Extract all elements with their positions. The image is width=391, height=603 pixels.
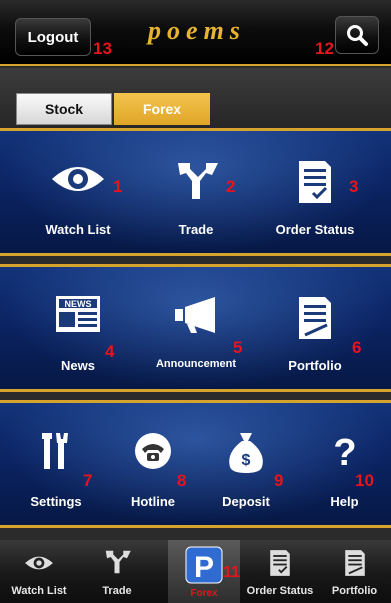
hotline-label: Hotline	[130, 494, 176, 509]
badge-13: 13	[93, 39, 112, 58]
settings-label: Settings	[30, 494, 82, 509]
newspaper-icon: NEWS	[56, 296, 100, 332]
app-header: Logout 13 poems 12	[0, 0, 391, 66]
nav-portfolio-label: Portfolio	[331, 585, 378, 597]
announcement-label: Announcement	[155, 358, 237, 370]
trade-arrows-icon	[105, 550, 131, 574]
watch-list-tile[interactable]: Watch List	[13, 131, 143, 259]
search-icon	[347, 25, 368, 46]
p-logo-icon: P	[185, 546, 223, 584]
deposit-tile[interactable]: $ Deposit	[196, 403, 296, 531]
market-tab-bar: Stock Forex	[0, 68, 391, 128]
badge-7: 7	[83, 471, 93, 490]
menu-row-3: Settings 7 Hotline 8 $ Deposit 9 ? Help …	[0, 400, 391, 528]
badge-1: 1	[113, 177, 123, 196]
bottom-nav-bar: Watch List Trade P Forex 11 Order Status	[0, 540, 391, 603]
badge-2: 2	[226, 177, 236, 196]
svg-text:NEWS: NEWS	[65, 299, 92, 309]
badge-8: 8	[177, 471, 187, 490]
nav-portfolio[interactable]: Portfolio	[318, 540, 391, 603]
order-status-tile[interactable]: Order Status	[250, 131, 380, 259]
poems-logo: poems	[148, 16, 246, 45]
nav-watch-list-label: Watch List	[11, 585, 67, 597]
nav-order-status-label: Order Status	[246, 585, 314, 597]
money-bag-icon: $	[229, 433, 263, 473]
trade-tile[interactable]: Trade	[131, 131, 261, 259]
logout-button[interactable]: Logout	[15, 18, 91, 56]
nav-trade[interactable]: Trade	[78, 540, 156, 603]
deposit-label: Deposit	[222, 494, 270, 509]
nav-forex-label: Forex	[190, 588, 218, 599]
menu-row-2: NEWS News 4 Announcement 5 Portfolio 6	[0, 264, 391, 392]
hotline-tile[interactable]: Hotline	[105, 403, 201, 531]
trade-arrows-icon	[178, 163, 218, 199]
eye-icon	[25, 556, 53, 570]
search-button[interactable]	[335, 16, 379, 54]
badge-4: 4	[105, 342, 115, 361]
settings-tile[interactable]: Settings	[0, 403, 112, 531]
portfolio-label: Portfolio	[288, 358, 342, 373]
badge-12: 12	[315, 39, 334, 58]
badge-9: 9	[274, 471, 284, 490]
portfolio-document-icon	[299, 297, 331, 339]
tab-forex[interactable]: Forex	[114, 93, 210, 125]
badge-5: 5	[233, 338, 243, 357]
phone-icon	[135, 433, 171, 469]
menu-row-1: Watch List 1 Trade 2 Order Status 3	[0, 128, 391, 256]
news-label: News	[61, 358, 95, 373]
order-status-label: Order Status	[275, 222, 355, 237]
nav-order-status[interactable]: Order Status	[240, 540, 320, 603]
tab-stock[interactable]: Stock	[16, 93, 112, 125]
help-label: Help	[330, 494, 359, 509]
help-tile[interactable]: ? Help	[298, 403, 391, 531]
nav-watch-list[interactable]: Watch List	[0, 540, 78, 603]
order-document-icon	[270, 550, 290, 576]
nav-trade-label: Trade	[102, 585, 132, 597]
megaphone-icon	[175, 297, 215, 333]
tools-icon	[42, 433, 68, 469]
svg-text:?: ?	[333, 432, 356, 471]
svg-text:P: P	[194, 551, 214, 584]
portfolio-document-icon	[345, 550, 365, 576]
badge-3: 3	[349, 177, 359, 196]
portfolio-tile[interactable]: Portfolio	[250, 267, 380, 395]
watch-list-label: Watch List	[45, 222, 111, 237]
question-icon: ?	[333, 432, 356, 471]
svg-text:$: $	[242, 452, 251, 469]
eye-icon	[52, 167, 104, 191]
news-tile[interactable]: NEWS News	[13, 267, 143, 395]
badge-10: 10	[355, 471, 374, 490]
order-document-icon	[299, 161, 331, 203]
badge-11: 11	[223, 564, 240, 581]
badge-6: 6	[352, 338, 362, 357]
announcement-tile[interactable]: Announcement	[131, 267, 261, 395]
trade-label: Trade	[178, 222, 214, 237]
